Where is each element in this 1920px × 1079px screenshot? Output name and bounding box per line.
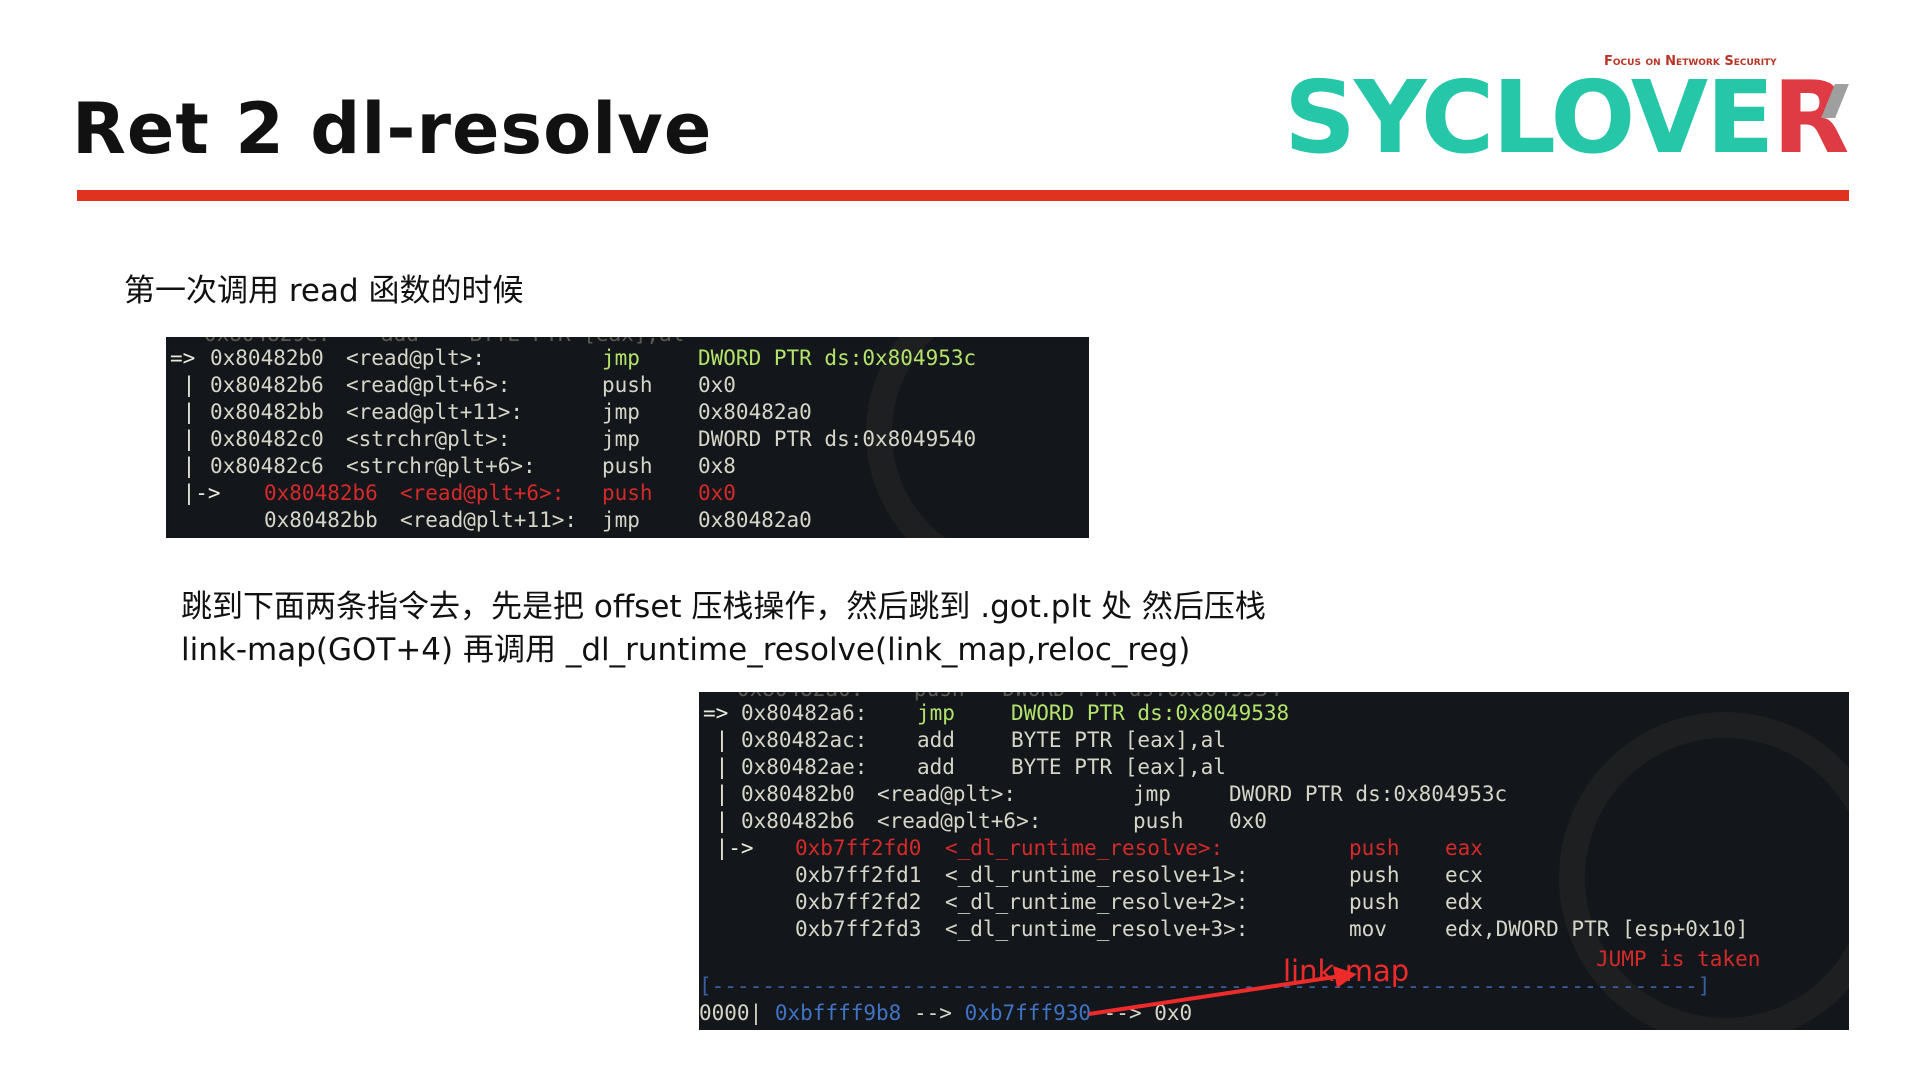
line-address: 0x80482c6 xyxy=(210,454,324,478)
line-opcode: jmp xyxy=(602,346,640,370)
line-operand: 0x0 xyxy=(698,373,736,397)
line-symbol: <_dl_runtime_resolve+3>: xyxy=(945,917,1249,941)
line-address: 0xb7ff2fd2 xyxy=(795,890,922,914)
line-address: 0x80482ac: xyxy=(741,728,868,752)
line-address: 0x80482b0 xyxy=(741,782,855,806)
line-address: 0x80482b6 xyxy=(264,481,378,505)
line-symbol: <strchr@plt+6>: xyxy=(346,454,536,478)
line-symbol: <read@plt>: xyxy=(877,782,1017,806)
line-opcode: jmp xyxy=(1133,782,1171,806)
line-symbol: <read@plt+11>: xyxy=(346,400,524,424)
line-operand: edx xyxy=(1445,890,1483,914)
line-address: 0x80482a6: xyxy=(741,701,868,725)
caption-first-read-call: 第一次调用 read 函数的时候 xyxy=(124,273,524,309)
line-prefix: => xyxy=(703,701,741,725)
line-prefix xyxy=(703,889,754,916)
line-operand: BYTE PTR [eax],al xyxy=(1011,755,1226,779)
caption-jump-explanation: 跳到下面两条指令去，先是把 offset 压栈操作，然后跳到 .got.plt … xyxy=(181,586,1481,672)
line-opcode: push xyxy=(1133,809,1184,833)
line-address: 0xb7ff2fd1 xyxy=(795,863,922,887)
line-symbol: <read@plt+11>: xyxy=(400,508,578,532)
stack-arrow-1: --> xyxy=(913,1001,952,1025)
stack-pointer-2: 0xb7fff930 xyxy=(964,1001,1091,1025)
line-operand: 0x0 xyxy=(1229,809,1267,833)
caption-jump-line-1: 跳到下面两条指令去，先是把 offset 压栈操作，然后跳到 .got.plt … xyxy=(181,589,1266,625)
line-opcode: add xyxy=(917,755,955,779)
line-opcode: push xyxy=(602,373,653,397)
line-opcode: push xyxy=(1349,863,1400,887)
line-prefix xyxy=(703,916,754,943)
stack-pointer-1: 0xbffff9b8 xyxy=(774,1001,902,1025)
line-prefix: | xyxy=(703,782,741,806)
line-opcode: push xyxy=(602,454,653,478)
line-opcode: mov xyxy=(1349,917,1387,941)
line-operand: DWORD PTR ds:0x8049540 xyxy=(698,427,977,451)
line-opcode: push xyxy=(1349,836,1400,860)
line-address: 0x80482ae: xyxy=(741,755,868,779)
line-symbol: <_dl_runtime_resolve+1>: xyxy=(945,863,1249,887)
line-symbol: <read@plt+6>: xyxy=(400,481,565,505)
stack-index: 0000| xyxy=(699,1001,763,1025)
line-operand: 0x80482a0 xyxy=(698,508,812,532)
line-opcode: jmp xyxy=(602,400,640,424)
line-operand: DWORD PTR ds:0x804953c xyxy=(698,346,977,370)
line-operand: BYTE PTR [eax],al xyxy=(1011,728,1226,752)
line-prefix: | xyxy=(170,454,208,478)
line-opcode: add xyxy=(917,728,955,752)
line-operand: 0x8 xyxy=(698,454,736,478)
logo-wordmark-main: SYCLOVE xyxy=(1284,59,1774,176)
line-prefix: | xyxy=(170,427,208,451)
line-prefix: | xyxy=(703,755,741,779)
line-symbol: <read@plt+6>: xyxy=(877,809,1042,833)
line-prefix xyxy=(703,862,754,889)
line-prefix: |-> xyxy=(170,481,221,505)
line-prefix: => xyxy=(170,346,208,370)
line-operand: edx,DWORD PTR [esp+0x10] xyxy=(1445,917,1749,941)
line-opcode: jmp xyxy=(602,508,640,532)
line-prefix xyxy=(170,507,221,534)
line-opcode: push xyxy=(602,481,653,505)
slide-title: Ret 2 dl-resolve xyxy=(72,88,713,170)
logo-wordmark-end: R xyxy=(1772,59,1849,176)
line-address: 0x80482bb xyxy=(210,400,324,424)
line-symbol: <read@plt>: xyxy=(346,346,486,370)
line-operand: DWORD PTR ds:0x8049538 xyxy=(1011,701,1290,725)
line-symbol: <strchr@plt>: xyxy=(346,427,511,451)
line-prefix: |-> xyxy=(703,836,754,860)
line-prefix: | xyxy=(703,809,741,833)
line-symbol: <_dl_runtime_resolve+2>: xyxy=(945,890,1249,914)
line-address: 0xb7ff2fd0 xyxy=(795,836,922,860)
jump-taken-note: JUMP is taken xyxy=(1596,947,1761,971)
line-address: 0x80482c0 xyxy=(210,427,324,451)
caption-jump-line-2: link-map(GOT+4) 再调用 _dl_runtime_resolve(… xyxy=(181,632,1191,668)
logo-wordmark: SYCLOVER xyxy=(1284,68,1849,168)
line-address: 0x80482b6 xyxy=(741,809,855,833)
link-map-annotation: link-map xyxy=(1283,954,1410,988)
line-operand: eax xyxy=(1445,836,1483,860)
line-address: 0x80482b0 xyxy=(210,346,324,370)
line-opcode: jmp xyxy=(602,427,640,451)
line-operand: ecx xyxy=(1445,863,1483,887)
line-address: 0x80482b6 xyxy=(210,373,324,397)
line-symbol: <_dl_runtime_resolve>: xyxy=(945,836,1224,860)
line-operand: DWORD PTR ds:0x804953c xyxy=(1229,782,1508,806)
line-opcode: jmp xyxy=(917,701,955,725)
line-operand: 0x0 xyxy=(698,481,736,505)
header-rule xyxy=(77,190,1849,201)
line-prefix: | xyxy=(170,373,208,397)
terminal-screenshot-dl-runtime-resolve: 0x80482a0: push DWORD PTR ds:0x8049534 =… xyxy=(699,692,1849,1030)
line-symbol: <read@plt+6>: xyxy=(346,373,511,397)
line-address: 0x80482bb xyxy=(264,508,378,532)
line-address: 0xb7ff2fd3 xyxy=(795,917,922,941)
line-opcode: push xyxy=(1349,890,1400,914)
line-prefix: | xyxy=(703,728,741,752)
line-prefix: | xyxy=(170,400,208,424)
line-operand: 0x80482a0 xyxy=(698,400,812,424)
terminal-screenshot-read-plt: 0x804829e: add BYTE PTR [eax],al => 0x80… xyxy=(166,337,1089,538)
